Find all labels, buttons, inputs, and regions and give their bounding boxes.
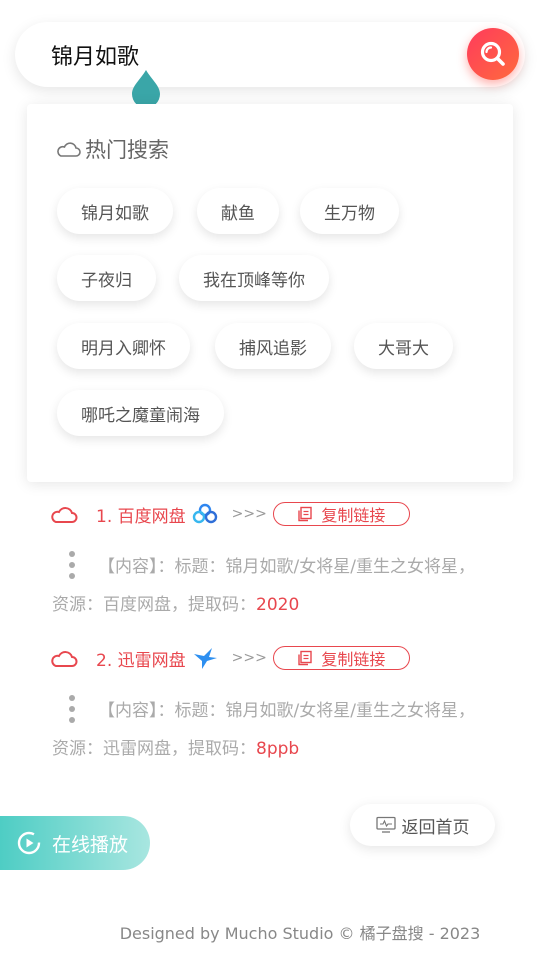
description-line: 资源：百度网盘，提取码：2020 bbox=[52, 586, 522, 624]
result-name[interactable]: 1. 百度网盘 bbox=[96, 502, 186, 527]
arrows-text: >>> bbox=[231, 506, 267, 522]
description-line: 【内容】：标题：锦月如歌/女将星/重生之女将星， bbox=[98, 701, 475, 721]
copy-link-label: 复制链接 bbox=[321, 650, 386, 669]
online-play-button[interactable]: 在线播放 bbox=[0, 816, 150, 870]
search-input[interactable] bbox=[51, 22, 451, 87]
hot-chip[interactable]: 锦月如歌 bbox=[57, 188, 173, 234]
back-home-label: 返回首页 bbox=[401, 817, 470, 838]
result-header: 2. 迅雷网盘 >>> 复制链接 bbox=[50, 643, 410, 673]
search-icon bbox=[480, 41, 505, 66]
hot-chip[interactable]: 献鱼 bbox=[197, 188, 279, 234]
result-description: 【内容】：标题：锦月如歌/女将星/重生之女将星， 资源：百度网盘，提取码：202… bbox=[52, 548, 522, 624]
search-button[interactable] bbox=[467, 28, 519, 80]
copy-link-button[interactable]: 复制链接 bbox=[272, 502, 410, 526]
hot-chip[interactable]: 哪吒之魔童闹海 bbox=[57, 390, 224, 436]
hot-chip[interactable]: 子夜归 bbox=[57, 255, 156, 301]
extract-code: 2020 bbox=[256, 595, 300, 615]
cloud-icon bbox=[51, 507, 78, 523]
description-line: 资源：迅雷网盘，提取码：8ppb bbox=[52, 730, 522, 768]
result-name[interactable]: 2. 迅雷网盘 bbox=[96, 646, 186, 671]
cloud-icon bbox=[57, 142, 81, 157]
footer-text: Designed by Mucho Studio © 橘子盘搜 - 2023 bbox=[119, 924, 481, 943]
search-bar bbox=[15, 22, 525, 87]
description-line: 【内容】：标题：锦月如歌/女将星/重生之女将星， bbox=[98, 557, 475, 577]
resource-text: 资源：百度网盘，提取码： bbox=[52, 595, 256, 615]
result-header: 1. 百度网盘 >>> 复制链接 bbox=[50, 499, 410, 529]
play-circle-icon bbox=[17, 831, 41, 855]
baidu-netdisk-icon bbox=[192, 503, 217, 524]
hot-chip[interactable]: 捕风追影 bbox=[215, 323, 331, 369]
copy-icon bbox=[298, 650, 313, 666]
extract-code: 8ppb bbox=[256, 739, 300, 759]
result-description: 【内容】：标题：锦月如歌/女将星/重生之女将星， 资源：迅雷网盘，提取码：8pp… bbox=[52, 692, 522, 768]
hot-chip[interactable]: 生万物 bbox=[300, 188, 399, 234]
copy-icon bbox=[298, 506, 313, 522]
cloud-icon bbox=[51, 651, 78, 667]
resource-text: 资源：迅雷网盘，提取码： bbox=[52, 739, 256, 759]
online-play-label: 在线播放 bbox=[52, 833, 129, 856]
hot-chip[interactable]: 我在顶峰等你 bbox=[179, 255, 329, 301]
back-home-button[interactable]: 返回首页 bbox=[350, 804, 495, 846]
hot-search-label: 热门搜索 bbox=[85, 138, 169, 162]
copy-link-label: 复制链接 bbox=[321, 506, 386, 525]
xunlei-bird-icon bbox=[193, 648, 217, 669]
arrows-text: >>> bbox=[231, 650, 267, 666]
hot-search-title: 热门搜索 bbox=[55, 134, 169, 164]
monitor-icon bbox=[375, 816, 396, 833]
copy-link-button[interactable]: 复制链接 bbox=[272, 646, 410, 670]
hot-search-panel: 热门搜索 锦月如歌 献鱼 生万物 子夜归 我在顶峰等你 明月入卿怀 捕风追影 大… bbox=[27, 104, 513, 482]
text-cursor-drop-icon[interactable] bbox=[130, 68, 162, 108]
hot-chip[interactable]: 明月入卿怀 bbox=[57, 323, 190, 369]
hot-chip[interactable]: 大哥大 bbox=[354, 323, 453, 369]
